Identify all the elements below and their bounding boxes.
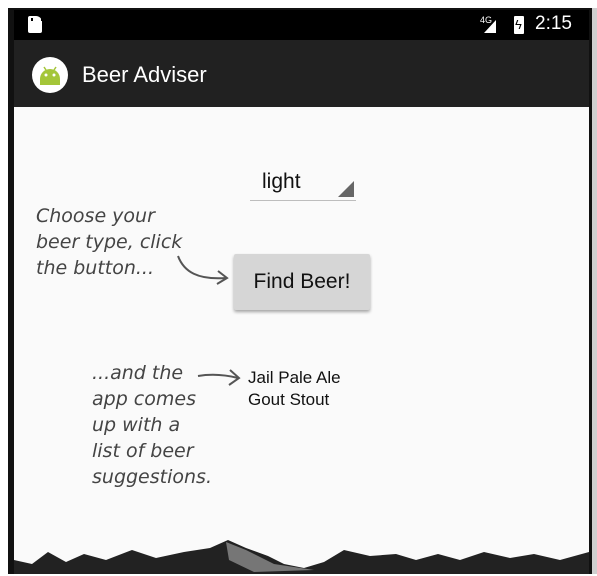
annotation-arrow [177,255,229,285]
annotation-choose-beer: Choose your beer type, click the button.… [36,205,183,279]
annotation-arrow [197,369,241,386]
spinner-selected-value: light [262,170,301,193]
dropdown-triangle-icon [338,181,354,197]
battery-charging-icon [514,16,524,34]
torn-edge-decoration [14,540,589,574]
android-icon [32,57,68,93]
annotation-suggestions: ...and the app comes up with a list of b… [92,362,212,488]
beer-results: Jail Pale Ale Gout Stout [248,367,341,411]
status-bar: 4G 2:15 [14,10,589,40]
status-clock: 2:15 [535,13,572,34]
signal-icon [484,20,496,33]
app-bar: Beer Adviser [14,40,589,107]
result-item: Jail Pale Ale [248,368,341,387]
phone-screen: 4G 2:15 Beer Adviser light Find Beer! Ja… [14,10,589,574]
find-beer-button[interactable]: Find Beer! [234,254,370,310]
result-item: Gout Stout [248,390,330,409]
app-title: Beer Adviser [82,62,207,87]
beer-type-spinner[interactable]: light [250,170,356,201]
sd-card-icon [28,16,43,33]
